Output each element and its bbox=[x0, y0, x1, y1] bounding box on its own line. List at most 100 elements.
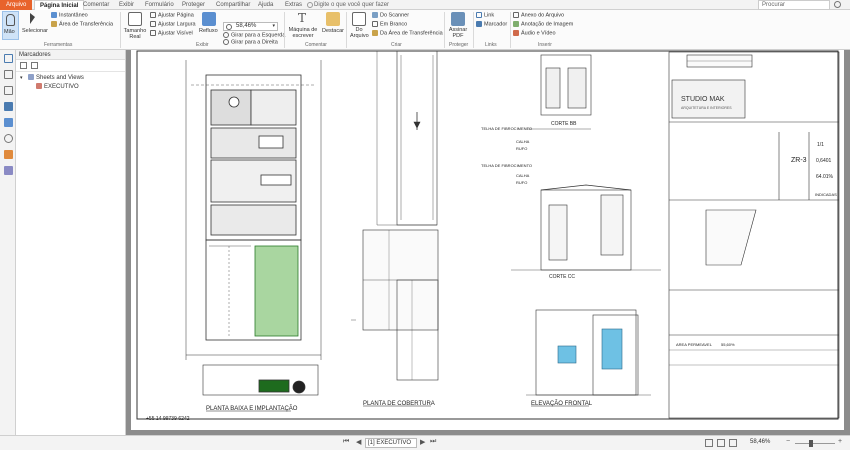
last-page-button[interactable]: ⏭ bbox=[430, 438, 436, 446]
prev-page-button[interactable]: ◀ bbox=[356, 438, 361, 446]
roof-outline bbox=[396, 50, 438, 226]
search-input[interactable]: Procurar bbox=[758, 0, 830, 10]
expand-icon[interactable] bbox=[20, 62, 27, 69]
bookmark-item-executivo[interactable]: EXECUTIVO bbox=[20, 83, 125, 92]
first-page-button[interactable]: ⏮ bbox=[343, 438, 349, 446]
hand-tool-button[interactable]: Mão bbox=[2, 11, 19, 40]
clipboard-label: Área de Transferência bbox=[59, 21, 114, 28]
lock-icon[interactable] bbox=[4, 150, 13, 159]
layers-panel-icon[interactable] bbox=[4, 86, 13, 95]
ribbon-toolbar: Mão Selecionar Instantâneo Área de Trans… bbox=[0, 10, 850, 50]
hand-tool-label: Mão bbox=[4, 29, 15, 35]
attachments-panel-icon[interactable] bbox=[4, 118, 13, 127]
next-page-button[interactable]: ▶ bbox=[420, 438, 425, 446]
zoom-select[interactable]: 58,46% ▾ bbox=[223, 22, 278, 31]
group-label-view: Exibir bbox=[196, 42, 209, 48]
group-label-comment: Comentar bbox=[305, 42, 327, 48]
panel-title: Marcadores bbox=[16, 50, 125, 60]
fit-width-button[interactable]: Ajustar Largura bbox=[150, 21, 196, 28]
rotate-right-icon bbox=[223, 39, 229, 45]
section-cc bbox=[511, 128, 661, 271]
tab-file[interactable]: Arquivo bbox=[0, 0, 33, 10]
blank-button[interactable]: Em Branco bbox=[372, 21, 407, 28]
tab-share[interactable]: Compartilhar bbox=[216, 0, 250, 10]
zoom-level: 58,46% bbox=[750, 439, 771, 445]
collapse-icon[interactable] bbox=[31, 62, 38, 69]
camera-icon bbox=[51, 12, 57, 18]
security-panel-icon[interactable] bbox=[4, 134, 13, 143]
elevation-window bbox=[557, 345, 577, 364]
zoom-slider-thumb[interactable] bbox=[809, 440, 813, 447]
from-clipboard-button[interactable]: Da Área de Transferência bbox=[372, 30, 443, 37]
from-file-button[interactable]: Do Arquivo bbox=[348, 11, 370, 40]
reflow-button[interactable]: Refluxo bbox=[199, 11, 219, 40]
highlight-button[interactable]: Destacar bbox=[322, 11, 344, 40]
bookmark-icon bbox=[476, 21, 482, 27]
tab-view[interactable]: Exibir bbox=[119, 0, 134, 10]
fit-page-icon bbox=[150, 12, 156, 18]
fit-page-button[interactable]: Ajustar Página bbox=[150, 12, 194, 19]
media-label: Áudio e Vídeo bbox=[521, 30, 556, 37]
zoom-out-icon[interactable]: − bbox=[786, 438, 790, 445]
sheet-number: 1/1 bbox=[817, 142, 824, 148]
tab-protect[interactable]: Proteger bbox=[182, 0, 205, 10]
signature-panel-icon[interactable] bbox=[4, 166, 13, 175]
group-label-protect: Proteger bbox=[449, 42, 469, 48]
chevron-down-icon[interactable]: ▾ bbox=[20, 74, 23, 83]
image-annotation-button[interactable]: Anotação de Imagem bbox=[513, 21, 573, 28]
tab-extras[interactable]: Extras bbox=[285, 0, 302, 10]
highlight-icon bbox=[326, 12, 340, 26]
status-bar: ⏮ ◀ [1] EXECUTIVO ▶ ⏭ 58,46% − + bbox=[0, 435, 850, 450]
attachment-button[interactable]: Anexo do Arquivo bbox=[513, 12, 564, 19]
tab-home[interactable]: Página Inicial bbox=[34, 0, 85, 10]
tell-me-box[interactable]: Digite o que você quer fazer bbox=[314, 0, 389, 10]
facing-view-icon[interactable] bbox=[729, 439, 737, 447]
actual-size-button[interactable]: Tamanho Real bbox=[123, 11, 147, 40]
pages-panel-icon[interactable] bbox=[4, 70, 13, 79]
media-button[interactable]: Áudio e Vídeo bbox=[513, 30, 556, 37]
single-page-view-icon[interactable] bbox=[705, 439, 713, 447]
zoom-icon bbox=[226, 24, 232, 30]
link-button[interactable]: Link bbox=[476, 12, 494, 19]
roof-annotation-2: TELHA DE FIBROCIMENTO bbox=[481, 163, 532, 168]
continuous-view-icon[interactable] bbox=[717, 439, 725, 447]
section-bb-label: CORTE BB bbox=[551, 121, 577, 127]
page-number-input[interactable]: [1] EXECUTIVO bbox=[365, 438, 417, 448]
clipboard-button[interactable]: Área de Transferência bbox=[51, 21, 113, 28]
bookmark-label: Marcador bbox=[484, 21, 508, 28]
pdf-page[interactable]: PLANTA BAIXA E IMPLANTAÇÃO +55 14 99739-… bbox=[131, 50, 844, 430]
document-view[interactable]: PLANTA BAIXA E IMPLANTAÇÃO +55 14 99739-… bbox=[126, 50, 850, 435]
tab-help[interactable]: Ajuda bbox=[258, 0, 273, 10]
bookmark-button[interactable]: Marcador bbox=[476, 21, 507, 28]
bookmark-item-sheets[interactable]: ▾ Sheets and Views bbox=[20, 74, 125, 83]
studio-subtitle: ARQUITETURA E INTERIORES bbox=[681, 106, 732, 110]
typewriter-label: Máquina de escrever bbox=[288, 27, 318, 39]
bookmarks-panel-icon[interactable] bbox=[4, 54, 13, 63]
rotate-right-label: Girar para a Direita bbox=[231, 39, 278, 46]
rotate-right-button[interactable]: Girar para a Direita bbox=[223, 39, 278, 46]
zoning-label: ZR-3 bbox=[791, 157, 807, 164]
roof-plan bbox=[351, 50, 439, 381]
reflow-icon bbox=[202, 12, 216, 26]
comments-panel-icon[interactable] bbox=[4, 102, 13, 111]
pen-icon bbox=[451, 12, 465, 26]
snapshot-button[interactable]: Instantâneo bbox=[51, 12, 88, 19]
select-tool-button[interactable]: Selecionar bbox=[22, 11, 48, 40]
chevron-down-icon: ▾ bbox=[272, 23, 275, 29]
zoom-in-icon[interactable]: + bbox=[838, 438, 842, 445]
sign-pdf-button[interactable]: Assinar PDF bbox=[447, 11, 469, 40]
separator bbox=[444, 12, 445, 48]
search-icon[interactable] bbox=[834, 1, 841, 8]
paperclip-icon bbox=[513, 12, 519, 18]
navigation-strip bbox=[0, 50, 16, 435]
tab-form[interactable]: Formulário bbox=[145, 0, 174, 10]
tab-comment[interactable]: Comentar bbox=[83, 0, 109, 10]
fit-visible-button[interactable]: Ajustar Visível bbox=[150, 30, 193, 37]
from-scanner-label: Do Scanner bbox=[380, 12, 410, 19]
from-scanner-button[interactable]: Do Scanner bbox=[372, 12, 409, 19]
from-file-label: Do Arquivo bbox=[350, 27, 369, 39]
typewriter-button[interactable]: T Máquina de escrever bbox=[287, 11, 319, 40]
zoom-slider[interactable] bbox=[795, 443, 835, 444]
separator bbox=[473, 12, 474, 48]
fit-visible-icon bbox=[150, 30, 156, 36]
